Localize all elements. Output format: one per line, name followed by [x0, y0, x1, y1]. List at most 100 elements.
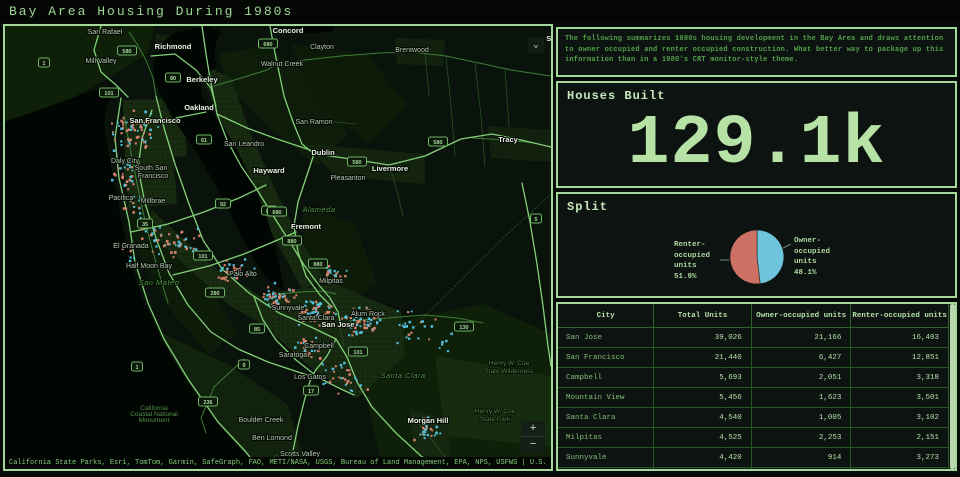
housing-dot [399, 324, 401, 326]
highway-shield-680: 680 [268, 207, 287, 216]
housing-dot [340, 364, 343, 367]
housing-dot [344, 275, 346, 277]
value-cell: 6,427 [751, 348, 851, 368]
housing-dot [345, 315, 348, 318]
svg-text:80: 80 [170, 76, 176, 82]
value-cell: 2,051 [751, 368, 851, 388]
housing-dot [335, 365, 337, 367]
housing-dot [157, 126, 159, 128]
svg-text:9: 9 [242, 363, 245, 369]
housing-dot [149, 133, 152, 136]
housing-dot [137, 130, 139, 132]
housing-dot [193, 248, 195, 250]
value-cell: 1,554 [851, 468, 949, 472]
housing-dot [131, 170, 133, 172]
housing-dot [289, 289, 291, 291]
map-canvas[interactable]: 1580101806806192358410128058058088068088… [5, 26, 551, 469]
column-header-city: City [558, 304, 654, 328]
svg-text:1: 1 [42, 61, 45, 67]
housing-dot [333, 274, 335, 276]
housing-dot [221, 277, 224, 280]
housing-dot [335, 272, 337, 274]
map-label-alum-rock: Alum Rock [351, 311, 385, 318]
housing-dot [263, 296, 265, 298]
housing-dot [311, 350, 313, 352]
park-label: Henry W. Coe [475, 408, 516, 415]
value-cell: 3,318 [851, 368, 949, 388]
map-label-pacifica: Pacifica [109, 195, 134, 202]
occupancy-pie-chart[interactable] [558, 194, 955, 296]
housing-dot [366, 324, 369, 327]
map-label-oakland: Oakland [184, 103, 214, 112]
housing-dot [220, 269, 223, 272]
housing-dot [121, 144, 123, 146]
housing-dot [121, 132, 123, 134]
table-row[interactable]: Sunnyvale4,4209143,273 [558, 448, 949, 468]
city-cell: Sunnyvale [558, 448, 654, 468]
svg-text:880: 880 [287, 239, 296, 245]
highway-shield-280: 280 [206, 288, 225, 297]
housing-dot [371, 329, 374, 332]
housing-dot [305, 301, 308, 304]
city-units-table-panel: CityTotal UnitsOwner-occupied unitsRente… [556, 302, 957, 471]
housing-dot [422, 431, 425, 434]
housing-dot [193, 237, 195, 239]
housing-dot [282, 293, 284, 295]
housing-dot [316, 301, 318, 303]
housing-dot [133, 183, 135, 185]
housing-dot [338, 377, 340, 379]
housing-dot [149, 129, 152, 132]
pie-slice-renter[interactable] [730, 230, 760, 284]
map-label-livermore: Livermore [372, 164, 408, 173]
table-row[interactable]: San Francisco21,4406,42712,851 [558, 348, 949, 368]
table-row[interactable]: Belmont4,0952,3921,554 [558, 468, 949, 472]
housing-dot [311, 356, 313, 358]
zoom-in-button[interactable]: + [521, 421, 545, 436]
zoom-out-button[interactable]: − [521, 437, 545, 452]
housing-dot [267, 286, 269, 288]
housing-dot [427, 434, 429, 436]
housing-dot [152, 251, 154, 253]
housing-dot [150, 137, 152, 139]
housing-dot [353, 331, 355, 333]
table-row[interactable]: San Jose39,02621,16616,403 [558, 328, 949, 348]
highway-shield-9: 9 [239, 360, 250, 369]
city-cell: Campbell [558, 368, 654, 388]
map-label-san-jose: San Jose [322, 320, 355, 329]
housing-dot [441, 344, 443, 346]
houses-built-panel: Houses Built 129.1k [556, 81, 957, 188]
housing-dot [350, 389, 352, 391]
housing-dot [338, 393, 340, 395]
title-bar: Bay Area Housing During 1980s [0, 0, 960, 22]
table-row[interactable]: Milpitas4,5252,2532,151 [558, 428, 949, 448]
housing-dot [132, 211, 135, 214]
map-label-south-san: South San [135, 165, 168, 172]
table-row[interactable]: Santa Clara4,5401,0053,102 [558, 408, 949, 428]
map-label-millbrae: Millbrae [141, 198, 166, 205]
housing-dot [436, 426, 439, 429]
map-collapse-button[interactable]: ⌄ [528, 37, 544, 53]
housing-dot [133, 206, 135, 208]
map-label-sunnyvale: Sunnyvale [272, 305, 305, 312]
housing-dot [266, 294, 268, 296]
housing-dot [141, 129, 143, 131]
housing-dot [358, 320, 361, 323]
housing-dot [351, 334, 353, 336]
pie-slice-owner[interactable] [757, 230, 784, 284]
housing-dot [225, 279, 227, 281]
table-scrollbar-thumb[interactable] [950, 304, 955, 469]
housing-dot [190, 247, 192, 249]
table-row[interactable]: Campbell5,6932,0513,318 [558, 368, 949, 388]
housing-dot [145, 145, 148, 148]
svg-text:17: 17 [308, 389, 314, 395]
housing-dot [239, 267, 241, 269]
map-label-san-ramon: San Ramon [296, 119, 333, 126]
highway-shield-5: 5 [531, 214, 542, 223]
owner-slice-label: Owner- occupied units 48.1% [794, 236, 830, 278]
map-attribution-text: California State Parks, Esri, TomTom, Ga… [9, 459, 551, 467]
housing-dot [130, 129, 132, 131]
table-row[interactable]: Mountain View5,4561,6233,501 [558, 388, 949, 408]
svg-text:880: 880 [313, 262, 322, 268]
housing-dot [286, 301, 288, 303]
housing-dot [439, 433, 441, 435]
